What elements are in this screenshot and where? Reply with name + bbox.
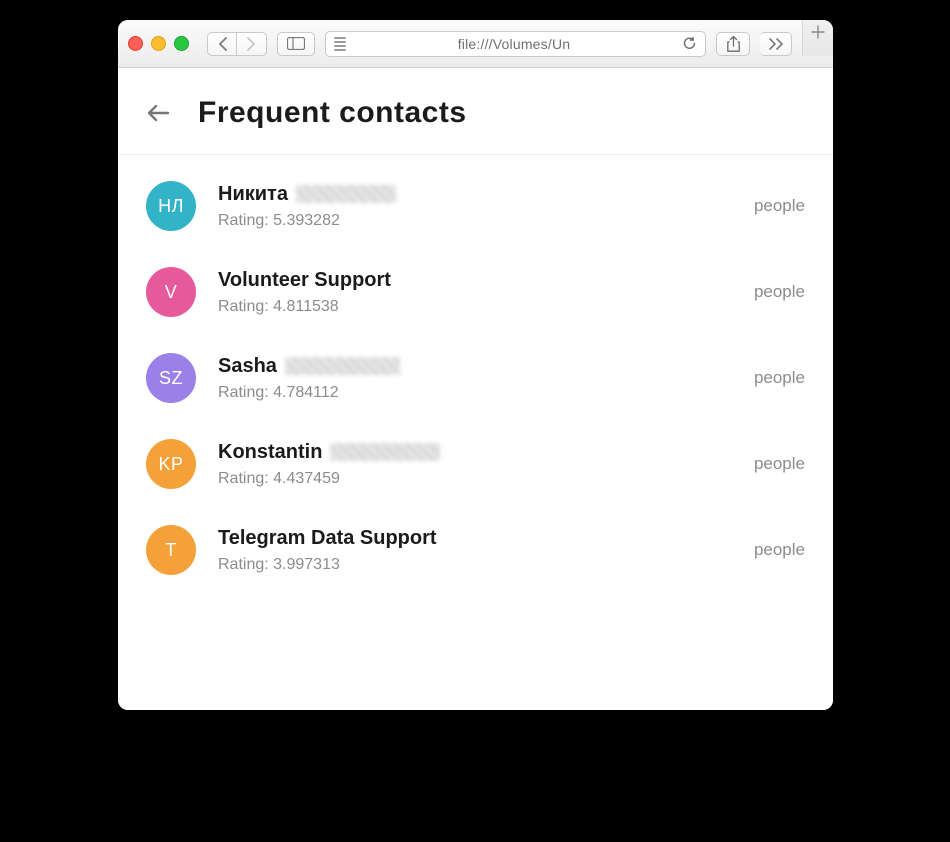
contact-name: Никита [218, 183, 288, 206]
reader-icon [334, 37, 346, 51]
new-tab-button[interactable] [802, 20, 833, 56]
redacted-surname [285, 357, 400, 375]
contact-rating: Rating: 5.393282 [218, 212, 732, 230]
page-header: Frequent contacts [118, 68, 833, 155]
contact-main: Sasha Rating: 4.784112 [218, 355, 732, 402]
contact-main: Никита Rating: 5.393282 [218, 183, 732, 230]
nav-buttons [207, 32, 267, 56]
contact-row[interactable]: НЛ Никита Rating: 5.393282 people [146, 163, 805, 249]
contact-main: Telegram Data Support Rating: 3.997313 [218, 527, 732, 574]
contact-rating: Rating: 3.997313 [218, 556, 732, 574]
contact-main: Konstantin Rating: 4.437459 [218, 441, 732, 488]
contact-name-line: Volunteer Support [218, 269, 732, 292]
redacted-surname [330, 443, 440, 461]
minimize-window-button[interactable] [151, 36, 166, 51]
forward-button[interactable] [237, 32, 267, 56]
contact-name-line: Telegram Data Support [218, 527, 732, 550]
contact-type-tag: people [754, 196, 805, 216]
contact-row[interactable]: KP Konstantin Rating: 4.437459 people [146, 421, 805, 507]
plus-icon [811, 25, 825, 39]
share-button[interactable] [716, 32, 750, 56]
toolbar-overflow-button[interactable] [760, 32, 792, 56]
window-titlebar: file:///Volumes/Un [118, 20, 833, 68]
contact-name: Telegram Data Support [218, 527, 437, 550]
close-window-button[interactable] [128, 36, 143, 51]
contact-name-line: Konstantin [218, 441, 732, 464]
sidebar-toggle-button[interactable] [277, 32, 315, 56]
contact-type-tag: people [754, 454, 805, 474]
avatar: T [146, 525, 196, 575]
browser-window: file:///Volumes/Un [118, 20, 833, 710]
page-title: Frequent contacts [198, 96, 467, 130]
address-url: file:///Volumes/Un [356, 36, 672, 52]
back-button[interactable] [207, 32, 237, 56]
share-icon [727, 36, 740, 52]
contact-type-tag: people [754, 540, 805, 560]
sidebar-icon [287, 37, 305, 50]
avatar: KP [146, 439, 196, 489]
contact-rating: Rating: 4.811538 [218, 298, 732, 316]
contact-name: Konstantin [218, 441, 322, 464]
chevron-double-right-icon [768, 38, 784, 50]
arrow-left-icon [146, 103, 170, 123]
contact-row[interactable]: SZ Sasha Rating: 4.784112 people [146, 335, 805, 421]
contact-row[interactable]: V Volunteer Support Rating: 4.811538 people [146, 249, 805, 335]
contact-type-tag: people [754, 282, 805, 302]
contact-name-line: Sasha [218, 355, 732, 378]
contact-type-tag: people [754, 368, 805, 388]
avatar: V [146, 267, 196, 317]
contact-name: Volunteer Support [218, 269, 391, 292]
contact-list: НЛ Никита Rating: 5.393282 people V Volunteer… [118, 155, 833, 601]
contact-row[interactable]: T Telegram Data Support Rating: 3.997313 pe… [146, 507, 805, 593]
avatar: НЛ [146, 181, 196, 231]
chevron-right-icon [247, 37, 256, 51]
chevron-left-icon [218, 37, 227, 51]
contact-name-line: Никита [218, 183, 732, 206]
page-content: Frequent contacts НЛ Никита Rating: 5.3932… [118, 68, 833, 710]
contact-main: Volunteer Support Rating: 4.811538 [218, 269, 732, 316]
reload-icon [682, 36, 697, 51]
contact-rating: Rating: 4.437459 [218, 470, 732, 488]
zoom-window-button[interactable] [174, 36, 189, 51]
reload-button[interactable] [682, 36, 697, 51]
redacted-surname [296, 185, 396, 203]
address-bar[interactable]: file:///Volumes/Un [325, 31, 706, 57]
page-back-button[interactable] [146, 103, 170, 123]
contact-rating: Rating: 4.784112 [218, 384, 732, 402]
contact-name: Sasha [218, 355, 277, 378]
window-traffic-lights [128, 36, 189, 51]
avatar: SZ [146, 353, 196, 403]
